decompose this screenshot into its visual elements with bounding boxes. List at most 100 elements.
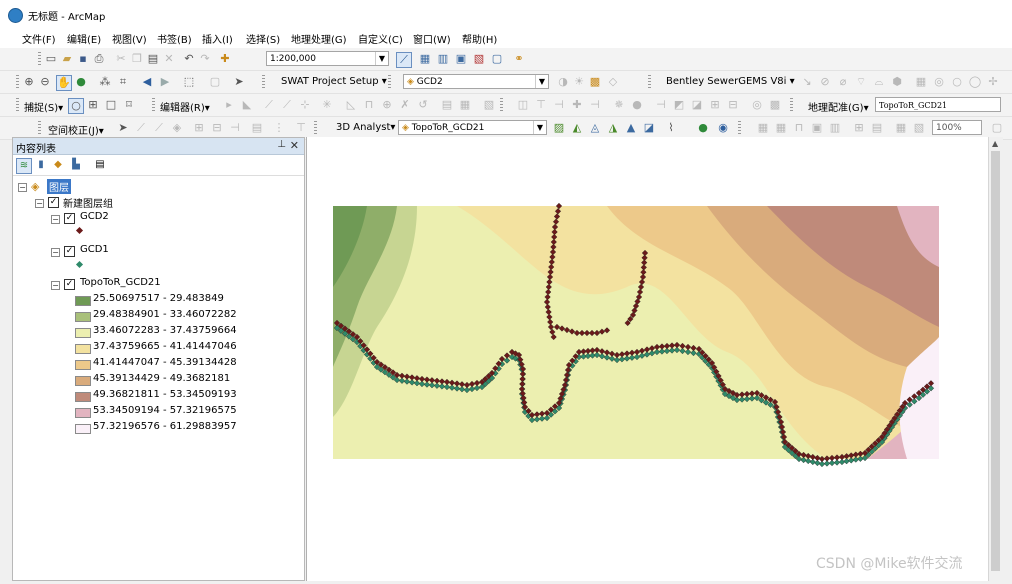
layout-tool-icon[interactable]: ▤	[870, 121, 884, 135]
edit-annotation-icon[interactable]: ◣	[240, 98, 254, 112]
bentley-tool-icon[interactable]: ○	[950, 75, 964, 89]
scrollbar-thumb[interactable]	[991, 151, 1000, 571]
legend-swatch[interactable]	[75, 376, 91, 386]
topology-icon[interactable]: ◎	[750, 98, 764, 112]
menu-file[interactable]: 文件(F)	[22, 31, 56, 46]
map-canvas[interactable]	[307, 137, 989, 581]
toolbar-grip[interactable]	[38, 121, 41, 135]
snapping-menu[interactable]: 捕捉(S)▾	[24, 99, 63, 114]
pin-icon[interactable]: ⊥	[277, 139, 286, 150]
back-extent-icon[interactable]: ◀	[140, 75, 154, 89]
toolbar-grip[interactable]	[38, 52, 41, 66]
modify-link-icon[interactable]: ⟋	[152, 121, 166, 135]
legend-swatch[interactable]	[75, 408, 91, 418]
collapse-icon[interactable]: −	[51, 281, 60, 290]
toolbar-grip[interactable]	[500, 98, 503, 112]
fixed-zoom-in-icon[interactable]: ⁂	[98, 75, 112, 89]
save-icon[interactable]: ▪	[76, 52, 90, 66]
list-by-selection-icon[interactable]: ▙	[69, 158, 83, 172]
layer-checkbox-gcd2[interactable]: ✓	[64, 213, 75, 224]
layout-zoom-combo[interactable]: 100%	[932, 120, 982, 135]
create-features-icon[interactable]: ▦	[458, 98, 472, 112]
menu-bookmarks[interactable]: 书签(B)	[157, 31, 192, 46]
collapse-icon[interactable]: −	[35, 199, 44, 208]
effects-swipe-icon[interactable]: ◇	[606, 75, 620, 89]
pan-icon[interactable]: ✋	[56, 75, 72, 91]
multi-displacement-icon[interactable]: ◈	[170, 121, 184, 135]
topology-icon[interactable]: ✵	[612, 98, 626, 112]
layout-tool-icon[interactable]: ⊞	[852, 121, 866, 135]
menu-customize[interactable]: 自定义(C)	[358, 31, 403, 46]
effects-transparency-icon[interactable]: ▩	[588, 75, 602, 89]
sketch-properties-icon[interactable]: ▤	[440, 98, 454, 112]
toolbar-grip[interactable]	[152, 98, 155, 112]
collapse-icon[interactable]: −	[51, 248, 60, 257]
topology-icon[interactable]: ◩	[672, 98, 686, 112]
menu-edit[interactable]: 编辑(E)	[67, 31, 101, 46]
delete-icon[interactable]: ✕	[162, 52, 176, 66]
topology-icon[interactable]: ⊟	[726, 98, 740, 112]
cut-polygon-icon[interactable]: ⊓	[362, 98, 376, 112]
chevron-down-icon[interactable]: ▼	[535, 75, 548, 88]
bentley-tool-icon[interactable]: ✢	[986, 75, 1000, 89]
attribute-transfer-icon[interactable]: ⊤	[294, 121, 308, 135]
table-window-icon[interactable]: ▦	[418, 52, 432, 66]
zoom-in-icon[interactable]: ⊕	[22, 75, 36, 89]
layer-name-topotor[interactable]: TopoToR_GCD21	[80, 277, 161, 288]
bentley-tool-icon[interactable]: ⊘	[818, 75, 832, 89]
contour-icon[interactable]: ▨	[552, 121, 566, 135]
line-of-sight-icon[interactable]: ◬	[588, 121, 602, 135]
georeferencing-menu[interactable]: 地理配准(G)▾	[808, 99, 869, 114]
layout-tool-icon[interactable]: ▦	[756, 121, 770, 135]
topology-icon[interactable]: ⊞	[708, 98, 722, 112]
legend-swatch[interactable]	[75, 424, 91, 434]
toolbar-grip[interactable]	[314, 121, 317, 135]
arcscene-icon[interactable]: ●	[696, 121, 710, 135]
identity-link-icon[interactable]: ⊞	[192, 121, 206, 135]
rotate-icon[interactable]: ✗	[398, 98, 412, 112]
map-display[interactable]	[306, 137, 989, 581]
edge-match-icon[interactable]: ⋮	[272, 121, 286, 135]
zoom-out-icon[interactable]: ⊖	[38, 75, 52, 89]
topology-icon[interactable]: ▩	[768, 98, 782, 112]
legend-swatch[interactable]	[75, 312, 91, 322]
bentley-tool-icon[interactable]: ⌔	[854, 75, 868, 89]
attributes-icon[interactable]: ↺	[416, 98, 430, 112]
select-elements-icon[interactable]: ➤	[232, 75, 246, 89]
group-layer-name[interactable]: 新建图层组	[63, 195, 113, 210]
layer-checkbox-gcd1[interactable]: ✓	[64, 246, 75, 257]
swat-project-setup-menu[interactable]: SWAT Project Setup ▾	[281, 76, 387, 87]
layer-combo[interactable]: ◈ GCD2 ▼	[403, 74, 549, 89]
editor-menu[interactable]: 编辑器(R)▾	[160, 99, 210, 114]
data-frame-layers[interactable]: 图层	[47, 179, 71, 194]
group-layer-checkbox[interactable]: ✓	[48, 197, 59, 208]
split-icon[interactable]: ⊕	[380, 98, 394, 112]
bentley-tool-icon[interactable]: ◎	[932, 75, 946, 89]
bentley-sewergems-menu[interactable]: Bentley SewerGEMS V8i ▾	[666, 76, 795, 87]
georeferencing-layer-combo[interactable]: TopoToR_GCD21	[875, 97, 1001, 112]
toc-options-icon[interactable]: ▤	[93, 158, 107, 172]
paste-icon[interactable]: ▤	[146, 52, 160, 66]
3d-analyst-layer-combo[interactable]: ◈ TopoToR_GCD21 ▼	[398, 120, 547, 135]
search-window-icon[interactable]: ▣	[454, 52, 468, 66]
list-by-visibility-icon[interactable]: ◆	[51, 158, 65, 172]
bentley-tool-icon[interactable]: ⬢	[890, 75, 904, 89]
legend-swatch[interactable]	[75, 328, 91, 338]
python-window-icon[interactable]: ▢	[490, 52, 504, 66]
print-icon[interactable]: ⎙	[92, 52, 106, 66]
add-data-icon[interactable]: ✚	[218, 52, 232, 66]
topology-icon[interactable]: ◫	[516, 98, 530, 112]
toolbar-grip[interactable]	[16, 75, 19, 89]
redo-icon[interactable]: ↷	[198, 52, 212, 66]
area-link-icon[interactable]: ⊟	[210, 121, 224, 135]
layout-tool-icon[interactable]: ▢	[990, 121, 1004, 135]
layout-tool-icon[interactable]: ⊓	[792, 121, 806, 135]
legend-swatch[interactable]	[75, 360, 91, 370]
toolbar-grip[interactable]	[388, 75, 391, 89]
open-folder-icon[interactable]: ▰	[60, 52, 74, 66]
point-icon[interactable]: ⊹	[298, 98, 312, 112]
clear-selection-icon[interactable]: ▢	[208, 75, 222, 89]
toolbar-grip[interactable]	[648, 75, 651, 89]
topology-icon[interactable]: ⊣	[588, 98, 602, 112]
topology-icon[interactable]: ⊤	[534, 98, 548, 112]
